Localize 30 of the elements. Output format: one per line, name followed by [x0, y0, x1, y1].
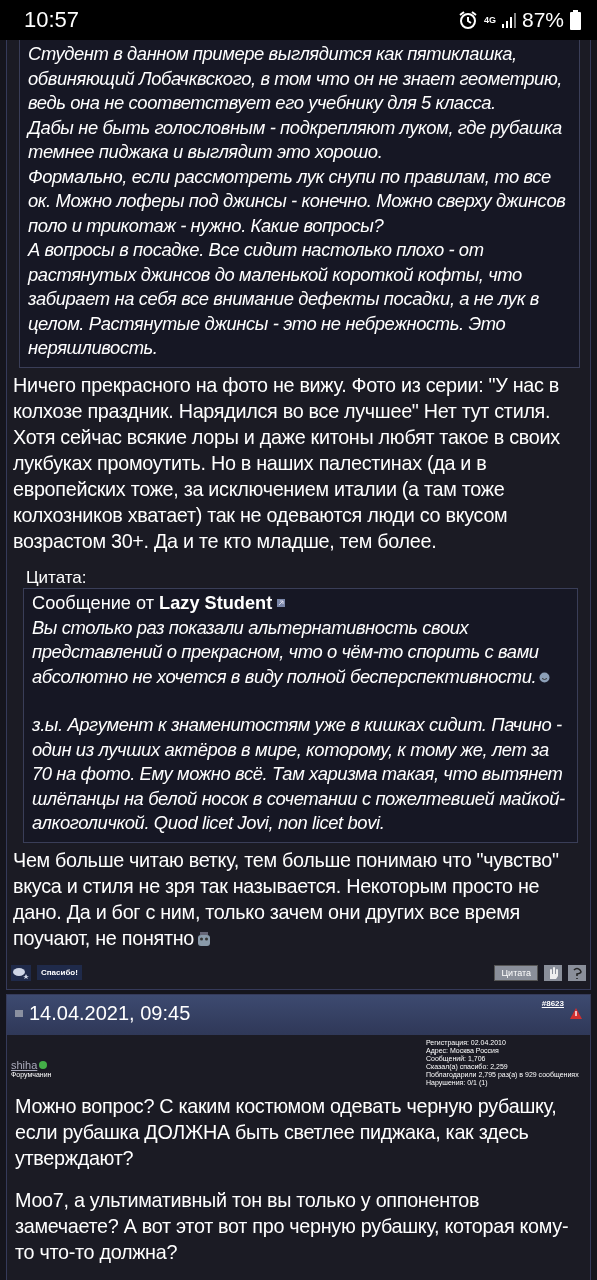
post-status-icon — [15, 1010, 23, 1017]
quote-text: Студент в данном примере выглядится как пятиклашка, обвиняющий Лобачквского, в том что он не знает геометрию, ведь она не соответствует его учебнику для 5 класса. — [28, 42, 564, 115]
battery-percent: 87% — [521, 8, 564, 32]
thanks-button[interactable]: Спасибо! — [37, 965, 82, 980]
post-text: Ничего прекрасного на фото не вижу. Фото из серии: "У нас в колхозе праздник. Нарядился во все лучшее" Нет тут стиля. Хотя сейчас всякие лоры и даже китоны любят такое в своих лукбуках промоутить. Но в наших палестинах (да и в европейских тоже, за исключением италии (а там тоже колхозников хватает) так не одеваются люди со вкусом возрастом 30+. Да и те кто младше, тем более. — [13, 372, 561, 554]
quote-label: Цитата: — [26, 567, 87, 588]
quote-text: з.ы. Аргумент к знаменитостям уже в кишках сидит. Пачино - один из лучших актёров в мире, которому, к тому же, лет за 70 на фото. Ему можно всё. Там харизма такая, что вытянет шлёпанцы на белой носок в сочетании с пожелтевшей майкой-алкоголичкой. Quod licet Jovi, non licet bovi. — [32, 713, 566, 835]
smiley-icon — [197, 931, 211, 948]
quote-text: Вы столько раз показали альтернативность своих представлений о прекрасном, что о чём-то спорить с вами абсолютно не хочется в виду полной бесперспективности. — [32, 615, 569, 689]
quote-text: А вопросы в посадке. Все сидит настолько плохо - от растянутых джинсов до маленькой короткой кофты, что забирает на себя все внимание дефекты посадки, а не лук в целом. Растянутые джинсы - это не небрежность. Это неряшливость. — [28, 238, 540, 360]
clock-time: 10:57 — [24, 7, 80, 33]
report-icon[interactable] — [568, 964, 586, 981]
battery-icon — [570, 10, 581, 30]
view-post-icon[interactable] — [277, 599, 286, 607]
alarm-icon — [457, 10, 478, 30]
post-number-link[interactable]: #8623 — [541, 998, 564, 1008]
post-text: Моо7, а ультимативный тон вы только у оппонентов замечаете? А вот этот вот про черную рубашку, которая кому-то что-то должна? — [15, 1187, 570, 1265]
username-link[interactable]: shiha — [11, 1059, 38, 1071]
multiquote-icon[interactable] — [11, 964, 31, 981]
author-link[interactable]: Lazy Student — [159, 590, 273, 616]
warning-icon[interactable] — [570, 1008, 582, 1019]
hand-icon[interactable] — [544, 964, 562, 981]
post-date: 14.04.2021, 09:45 — [29, 1002, 191, 1025]
network-label: 4G — [483, 15, 496, 25]
quote-text: Дабы не быть голословным - подкрепляют луком, где рубашка темнее пиджака и выглядит это хорошо. — [28, 115, 563, 164]
quote-author-prefix: Сообщение от — [32, 591, 155, 615]
quote-text: Формально, если рассмотреть лук снупи по правилам, то все ок. Можно лоферы под джинсы - конечно. Можно сверху джинсов поло и трикотаж - нужно. Какие вопросы? — [28, 164, 567, 238]
post-text: Чем больше читаю ветку, тем больше понимаю что "чувство" вкуса и стиля не зря так называется. Некоторым просто не дано. Да и бог с ним, только зачем они других все время поучают, не понятно — [13, 847, 560, 951]
post-text: Можно вопрос? С каким костюмом одевать черную рубашку, если рубашка ДОЛЖНА быть светлее пиджака, как здесь утверждают? — [15, 1093, 558, 1171]
signal-icon — [501, 12, 516, 28]
